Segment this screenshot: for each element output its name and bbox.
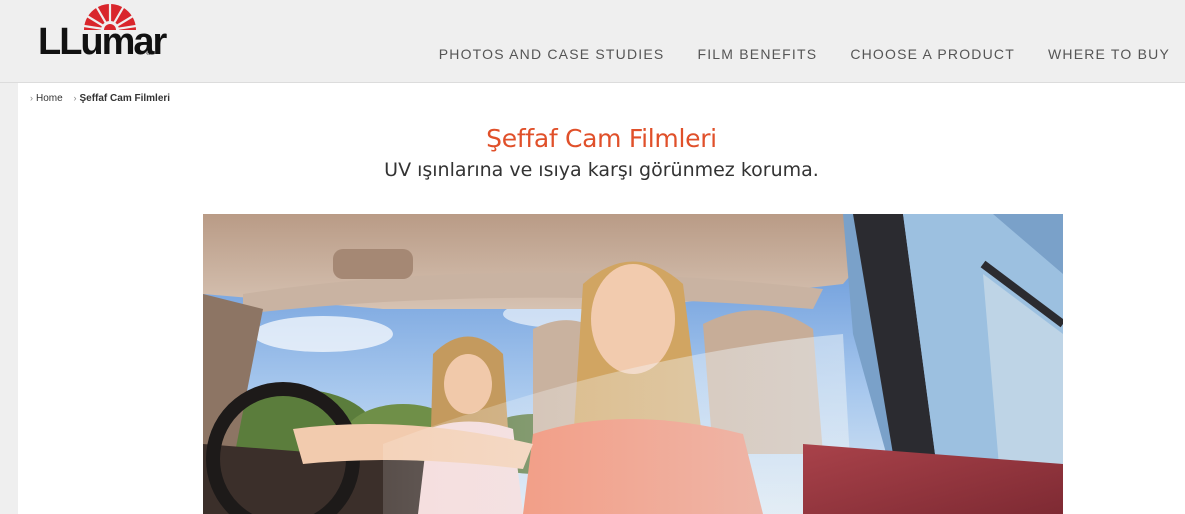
breadcrumb-current: Şeffaf Cam Filmleri xyxy=(79,93,171,104)
nav-where-to-buy[interactable]: WHERE TO BUY xyxy=(1048,46,1170,62)
breadcrumb-home[interactable]: Home xyxy=(36,93,63,104)
main-content: › Home › Şeffaf Cam Filmleri Şeffaf Cam Fi… xyxy=(18,83,1185,514)
chevron-right-icon: › xyxy=(73,93,77,103)
car-interior-photo-icon xyxy=(203,214,1063,514)
page-title: Şeffaf Cam Filmleri xyxy=(486,124,717,153)
breadcrumb: › Home › Şeffaf Cam Filmleri xyxy=(30,93,170,104)
llumar-logo[interactable]: LLumar ® xyxy=(38,0,167,66)
chevron-right-icon: › xyxy=(30,93,33,103)
site-header: LLumar ® PHOTOS AND CASE STUDIES FILM BE… xyxy=(0,0,1185,83)
nav-photos-case-studies[interactable]: PHOTOS AND CASE STUDIES xyxy=(439,46,665,62)
nav-film-benefits[interactable]: FILM BENEFITS xyxy=(697,46,817,62)
registered-mark: ® xyxy=(146,50,152,57)
main-navigation: PHOTOS AND CASE STUDIES FILM BENEFITS CH… xyxy=(406,46,1170,62)
hero-image xyxy=(203,214,1063,514)
page-subtitle: UV ışınlarına ve ısıya karşı görünmez ko… xyxy=(384,159,819,181)
nav-choose-product[interactable]: CHOOSE A PRODUCT xyxy=(850,46,1015,62)
